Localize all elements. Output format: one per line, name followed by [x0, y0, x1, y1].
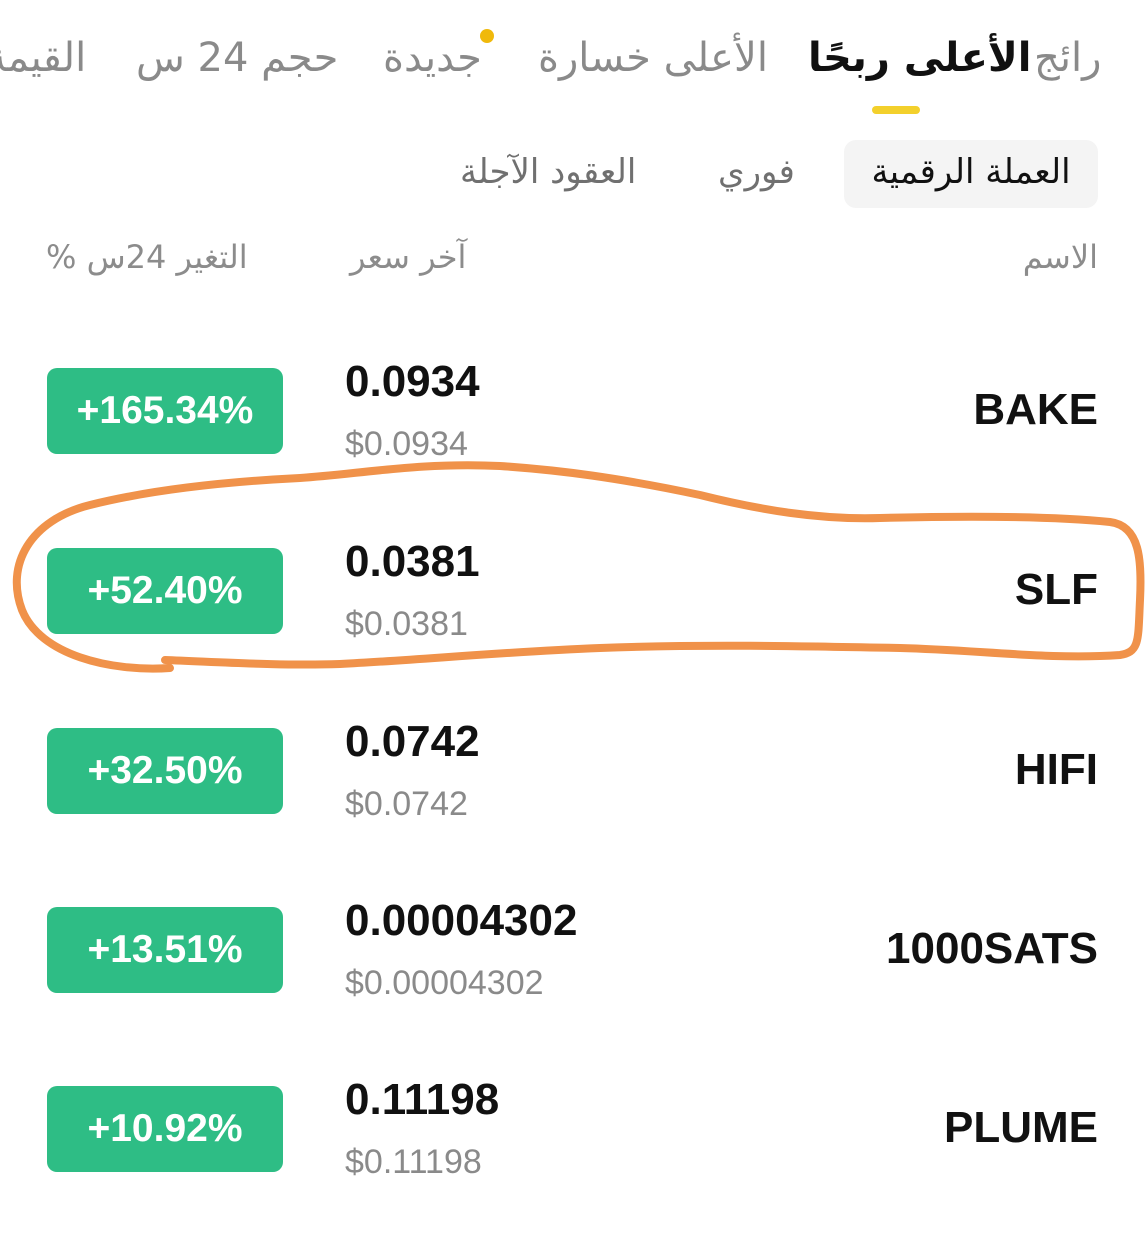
- change-badge[interactable]: +10.92%: [47, 1086, 283, 1172]
- column-header-name[interactable]: الاسم: [1023, 238, 1098, 276]
- change-badge[interactable]: +165.34%: [47, 368, 283, 454]
- tab-volume-24h[interactable]: حجم 24 س: [136, 30, 338, 86]
- last-price: 0.0381: [345, 537, 480, 586]
- tab-new[interactable]: جديدة: [383, 30, 482, 86]
- table-row[interactable]: +13.51% 0.00004302 $0.00004302 1000SATS: [0, 884, 1146, 1064]
- column-header-last-price[interactable]: آخر سعر: [350, 238, 466, 276]
- subtab-futures[interactable]: العقود الآجلة: [460, 140, 636, 208]
- coin-symbol: PLUME: [944, 1103, 1098, 1152]
- tab-top-losers[interactable]: الأعلى خسارة: [538, 30, 768, 86]
- table-row[interactable]: +10.92% 0.11198 $0.11198 PLUME: [0, 1063, 1146, 1243]
- table-row[interactable]: +52.40% 0.0381 $0.0381 SLF: [0, 525, 1146, 705]
- last-price: 0.0934: [345, 357, 480, 406]
- coin-symbol: HIFI: [1014, 745, 1098, 794]
- new-indicator-dot: [480, 29, 494, 43]
- change-badge[interactable]: +52.40%: [47, 548, 283, 634]
- usd-price: $0.00004302: [345, 964, 544, 1002]
- coin-symbol: SLF: [1014, 565, 1098, 614]
- last-price: 0.0742: [345, 717, 480, 766]
- usd-price: $0.0742: [345, 785, 468, 823]
- table-row[interactable]: +165.34% 0.0934 $0.0934 BAKE: [0, 345, 1146, 525]
- usd-price: $0.0381: [345, 605, 468, 643]
- last-price: 0.11198: [345, 1075, 500, 1124]
- subtab-spot[interactable]: فوري: [718, 140, 795, 208]
- tab-top-gainers[interactable]: الأعلى ربحًا: [808, 30, 1031, 86]
- subtab-crypto[interactable]: العملة الرقمية: [844, 140, 1098, 208]
- table-row[interactable]: +32.50% 0.0742 $0.0742 HIFI: [0, 705, 1146, 885]
- last-price: 0.00004302: [345, 896, 578, 945]
- change-badge[interactable]: +32.50%: [47, 728, 283, 814]
- usd-price: $0.11198: [345, 1143, 482, 1181]
- usd-price: $0.0934: [345, 425, 468, 463]
- tab-market-cap[interactable]: القيمة: [0, 30, 86, 86]
- column-header-change-24h[interactable]: % التغير 24س: [46, 238, 248, 276]
- coin-symbol: 1000SATS: [886, 924, 1098, 973]
- coin-symbol: BAKE: [973, 385, 1098, 434]
- tab-trending[interactable]: رائج: [1034, 30, 1101, 86]
- active-tab-underline: [872, 106, 920, 114]
- top-tab-bar: رائج الأعلى ربحًا الأعلى خسارة جديدة حجم…: [0, 0, 1146, 120]
- change-badge[interactable]: +13.51%: [47, 907, 283, 993]
